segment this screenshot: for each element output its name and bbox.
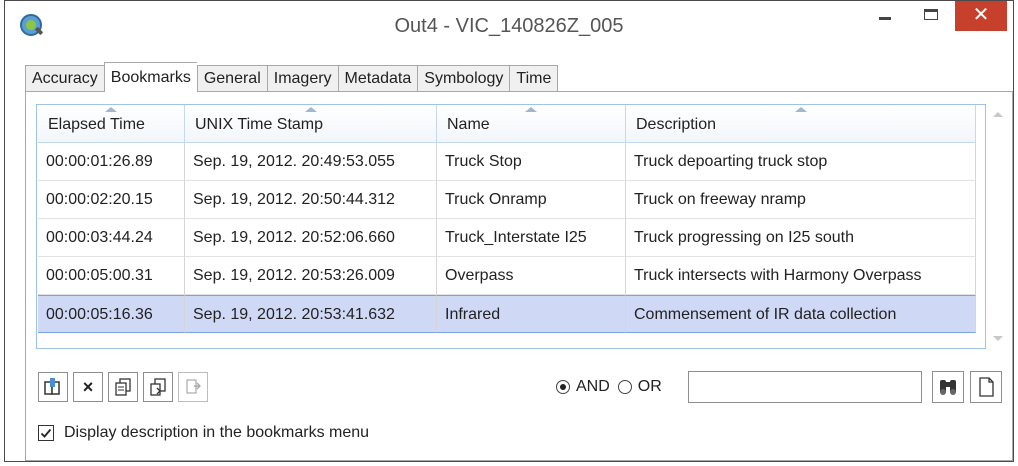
import-button[interactable] — [178, 372, 208, 402]
cell-unix-time-stamp: Sep. 19, 2012. 20:49:53.055 — [185, 143, 437, 181]
and-radio[interactable] — [556, 380, 570, 394]
search-input[interactable] — [688, 371, 922, 403]
and-label: AND — [576, 378, 610, 395]
column-header-description[interactable]: Description — [626, 105, 976, 142]
tab-accuracy[interactable]: Accuracy — [25, 65, 104, 93]
cell-unix-time-stamp: Sep. 19, 2012. 20:52:06.660 — [185, 219, 437, 257]
table-row[interactable]: 00:00:03:44.24 Sep. 19, 2012. 20:52:06.6… — [38, 219, 976, 257]
cell-name: Truck_Interstate I25 — [437, 219, 626, 257]
cell-description: Truck on freeway nramp — [626, 181, 976, 219]
copy-icon — [115, 378, 131, 396]
copy-button[interactable] — [108, 372, 138, 402]
add-bookmark-icon — [44, 378, 60, 395]
title-bar[interactable]: Out4 - VIC_140826Z_005 ✕ — [5, 1, 1013, 53]
vertical-scrollbar[interactable] — [989, 104, 1007, 349]
column-header-label: UNIX Time Stamp — [195, 116, 324, 133]
paste-icon — [150, 378, 166, 396]
close-button[interactable]: ✕ — [955, 1, 1007, 31]
table-row[interactable]: 00:00:05:00.31 Sep. 19, 2012. 20:53:26.0… — [38, 257, 976, 295]
tab-metadata[interactable]: Metadata — [337, 65, 418, 93]
cell-description: Commensement of IR data collection — [626, 295, 976, 333]
minimize-button[interactable] — [861, 1, 907, 31]
tab-time[interactable]: Time — [509, 65, 559, 93]
tab-imagery[interactable]: Imagery — [266, 65, 338, 93]
display-description-checkbox[interactable] — [38, 425, 54, 441]
table-row[interactable]: 00:00:01:26.89 Sep. 19, 2012. 20:49:53.0… — [38, 143, 976, 181]
tab-strip: Accuracy Bookmarks General Imagery Metad… — [25, 62, 559, 93]
maximize-icon — [924, 9, 938, 20]
bookmarks-table: Elapsed Time UNIX Time Stamp Name Descri… — [36, 104, 986, 349]
cell-unix-time-stamp: Sep. 19, 2012. 20:53:41.632 — [185, 295, 437, 333]
clear-search-button[interactable] — [970, 371, 1002, 403]
cell-unix-time-stamp: Sep. 19, 2012. 20:50:44.312 — [185, 181, 437, 219]
column-header-elapsed-time[interactable]: Elapsed Time — [38, 105, 185, 142]
maximize-button[interactable] — [909, 1, 955, 31]
column-header-label: Description — [636, 116, 717, 133]
blank-page-icon — [979, 377, 994, 397]
add-bookmark-button[interactable] — [38, 372, 68, 402]
checkmark-icon — [40, 428, 52, 438]
cell-elapsed-time: 00:00:05:16.36 — [38, 295, 185, 333]
find-button[interactable] — [932, 371, 964, 403]
close-icon: ✕ — [972, 4, 990, 26]
display-description-option[interactable]: Display description in the bookmarks men… — [38, 422, 369, 444]
scroll-up-icon[interactable] — [993, 112, 1003, 117]
sort-arrow-icon — [794, 107, 807, 112]
import-icon — [186, 379, 201, 394]
cell-description: Truck intersects with Harmony Overpass — [626, 257, 976, 295]
cell-unix-time-stamp: Sep. 19, 2012. 20:53:26.009 — [185, 257, 437, 295]
cell-elapsed-time: 00:00:05:00.31 — [38, 257, 185, 295]
scroll-down-icon[interactable] — [993, 336, 1003, 341]
delete-bookmark-button[interactable]: × — [73, 372, 103, 402]
cell-elapsed-time: 00:00:02:20.15 — [38, 181, 185, 219]
bookmarks-panel: Elapsed Time UNIX Time Stamp Name Descri… — [25, 91, 1013, 461]
cell-name: Truck Stop — [437, 143, 626, 181]
minimize-icon — [879, 17, 891, 20]
column-header-unix-time-stamp[interactable]: UNIX Time Stamp — [185, 105, 437, 142]
dialog-window: Out4 - VIC_140826Z_005 ✕ Accuracy Bookma… — [4, 0, 1014, 462]
tab-symbology[interactable]: Symbology — [417, 65, 510, 93]
display-description-label: Display description in the bookmarks men… — [64, 424, 370, 441]
or-label: OR — [637, 378, 662, 395]
table-row[interactable]: 00:00:02:20.15 Sep. 19, 2012. 20:50:44.3… — [38, 181, 976, 219]
tab-general[interactable]: General — [196, 65, 267, 93]
cell-description: Truck depoarting truck stop — [626, 143, 976, 181]
sort-arrow-icon — [525, 107, 537, 112]
sort-arrow-icon — [304, 107, 317, 112]
table-row-selected[interactable]: 00:00:05:16.36 Sep. 19, 2012. 20:53:41.6… — [38, 295, 976, 333]
table-header: Elapsed Time UNIX Time Stamp Name Descri… — [38, 105, 976, 143]
delete-icon: × — [82, 377, 94, 397]
paste-button[interactable] — [143, 372, 173, 402]
or-radio[interactable] — [617, 380, 632, 394]
search-operator-group: AND OR — [556, 374, 662, 400]
column-header-label: Name — [447, 116, 490, 133]
cell-elapsed-time: 00:00:03:44.24 — [38, 219, 185, 257]
column-header-name[interactable]: Name — [437, 105, 626, 142]
cell-name: Infrared — [437, 295, 626, 333]
binoculars-icon — [940, 380, 956, 395]
column-header-label: Elapsed Time — [48, 116, 145, 133]
tab-bookmarks[interactable]: Bookmarks — [103, 62, 197, 92]
cell-elapsed-time: 00:00:01:26.89 — [38, 143, 185, 181]
cell-description: Truck progressing on I25 south — [626, 219, 976, 257]
cell-name: Overpass — [437, 257, 626, 295]
sort-arrow-icon — [105, 107, 117, 112]
cell-name: Truck Onramp — [437, 181, 626, 219]
